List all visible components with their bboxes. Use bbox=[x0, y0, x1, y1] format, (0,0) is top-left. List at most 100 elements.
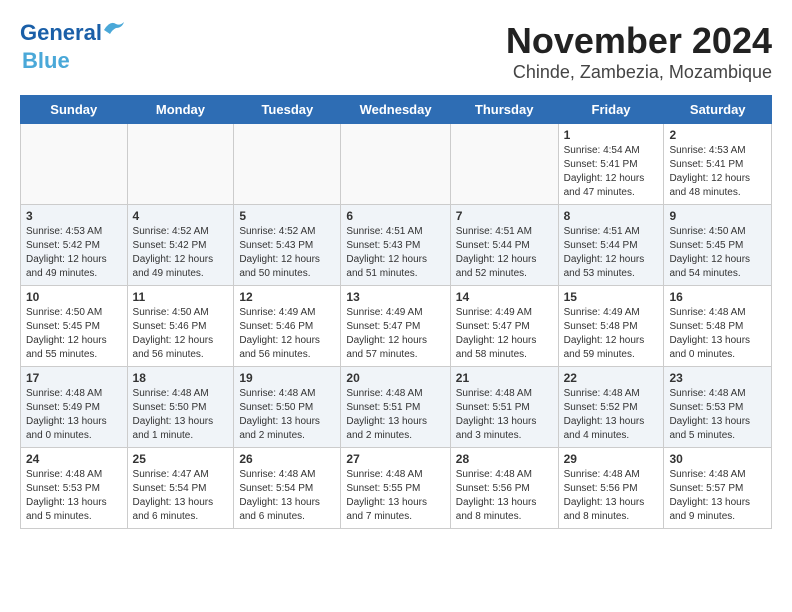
table-row bbox=[341, 124, 450, 205]
day-info: Sunrise: 4:48 AM Sunset: 5:56 PM Dayligh… bbox=[456, 468, 553, 524]
day-info: Sunrise: 4:49 AM Sunset: 5:46 PM Dayligh… bbox=[239, 306, 335, 362]
day-number: 6 bbox=[346, 209, 444, 223]
table-row: 13Sunrise: 4:49 AM Sunset: 5:47 PM Dayli… bbox=[341, 286, 450, 367]
page-header: General Blue November 2024 Chinde, Zambe… bbox=[20, 20, 772, 87]
table-row bbox=[450, 124, 558, 205]
day-number: 14 bbox=[456, 290, 553, 304]
table-row bbox=[234, 124, 341, 205]
table-row: 7 Sunrise: 4:51 AM Sunset: 5:44 PM Daylig… bbox=[450, 205, 558, 286]
day-number: 2 bbox=[669, 128, 766, 142]
table-row bbox=[127, 124, 234, 205]
day-info: Sunrise: 4:47 AM Sunset: 5:54 PM Dayligh… bbox=[133, 468, 229, 524]
day-info: Sunrise: 4:52 AM Sunset: 5:43 PM Dayligh… bbox=[239, 225, 335, 281]
week-row-4: 17 Sunrise: 4:48 AM Sunset: 5:49 PM Dayli… bbox=[21, 367, 772, 448]
table-row: 9Sunrise: 4:50 AM Sunset: 5:45 PM Daylig… bbox=[664, 205, 772, 286]
table-row: 4 Sunrise: 4:52 AM Sunset: 5:42 PM Daylig… bbox=[127, 205, 234, 286]
table-row: 15Sunrise: 4:49 AM Sunset: 5:48 PM Dayli… bbox=[558, 286, 664, 367]
day-info: Sunrise: 4:48 AM Sunset: 5:49 PM Dayligh… bbox=[26, 387, 122, 443]
day-number: 18 bbox=[133, 371, 229, 385]
day-info: Sunrise: 4:48 AM Sunset: 5:51 PM Dayligh… bbox=[346, 387, 444, 443]
table-row: 26 Sunrise: 4:48 AM Sunset: 5:54 PM Dayli… bbox=[234, 448, 341, 529]
table-row: 10 Sunrise: 4:50 AM Sunset: 5:45 PM Dayli… bbox=[21, 286, 128, 367]
day-number: 8 bbox=[564, 209, 659, 223]
week-row-5: 24 Sunrise: 4:48 AM Sunset: 5:53 PM Dayli… bbox=[21, 448, 772, 529]
table-row: 22 Sunrise: 4:48 AM Sunset: 5:52 PM Dayli… bbox=[558, 367, 664, 448]
day-number: 11 bbox=[133, 290, 229, 304]
day-number: 21 bbox=[456, 371, 553, 385]
table-row: 28 Sunrise: 4:48 AM Sunset: 5:56 PM Dayli… bbox=[450, 448, 558, 529]
day-number: 29 bbox=[564, 452, 659, 466]
day-number: 12 bbox=[239, 290, 335, 304]
calendar-title-block: November 2024 Chinde, Zambezia, Mozambiq… bbox=[20, 20, 772, 83]
day-number: 7 bbox=[456, 209, 553, 223]
day-number: 28 bbox=[456, 452, 553, 466]
day-info: Sunrise: 4:50 AM Sunset: 5:45 PM Dayligh… bbox=[669, 225, 766, 281]
month-year-title: November 2024 bbox=[20, 20, 772, 62]
week-row-2: 3 Sunrise: 4:53 AM Sunset: 5:42 PM Daylig… bbox=[21, 205, 772, 286]
logo-general: General bbox=[20, 20, 102, 45]
location-subtitle: Chinde, Zambezia, Mozambique bbox=[20, 62, 772, 83]
day-info: Sunrise: 4:50 AM Sunset: 5:46 PM Dayligh… bbox=[133, 306, 229, 362]
table-row: 12 Sunrise: 4:49 AM Sunset: 5:46 PM Dayli… bbox=[234, 286, 341, 367]
day-number: 17 bbox=[26, 371, 122, 385]
table-row: 8 Sunrise: 4:51 AM Sunset: 5:44 PM Daylig… bbox=[558, 205, 664, 286]
day-info: Sunrise: 4:48 AM Sunset: 5:53 PM Dayligh… bbox=[26, 468, 122, 524]
table-row: 19 Sunrise: 4:48 AM Sunset: 5:50 PM Dayli… bbox=[234, 367, 341, 448]
day-info: Sunrise: 4:48 AM Sunset: 5:53 PM Dayligh… bbox=[669, 387, 766, 443]
weekday-header-row: Sunday Monday Tuesday Wednesday Thursday… bbox=[21, 96, 772, 124]
day-number: 24 bbox=[26, 452, 122, 466]
table-row: 11 Sunrise: 4:50 AM Sunset: 5:46 PM Dayli… bbox=[127, 286, 234, 367]
header-friday: Friday bbox=[558, 96, 664, 124]
table-row: 27 Sunrise: 4:48 AM Sunset: 5:55 PM Dayli… bbox=[341, 448, 450, 529]
header-monday: Monday bbox=[127, 96, 234, 124]
day-number: 26 bbox=[239, 452, 335, 466]
day-number: 20 bbox=[346, 371, 444, 385]
day-info: Sunrise: 4:48 AM Sunset: 5:54 PM Dayligh… bbox=[239, 468, 335, 524]
week-row-1: 1Sunrise: 4:54 AM Sunset: 5:41 PM Daylig… bbox=[21, 124, 772, 205]
header-saturday: Saturday bbox=[664, 96, 772, 124]
table-row: 23 Sunrise: 4:48 AM Sunset: 5:53 PM Dayli… bbox=[664, 367, 772, 448]
table-row: 18Sunrise: 4:48 AM Sunset: 5:50 PM Dayli… bbox=[127, 367, 234, 448]
day-info: Sunrise: 4:50 AM Sunset: 5:45 PM Dayligh… bbox=[26, 306, 122, 362]
logo-bird-icon bbox=[102, 20, 124, 38]
table-row bbox=[21, 124, 128, 205]
day-info: Sunrise: 4:51 AM Sunset: 5:43 PM Dayligh… bbox=[346, 225, 444, 281]
day-info: Sunrise: 4:48 AM Sunset: 5:56 PM Dayligh… bbox=[564, 468, 659, 524]
table-row: 24 Sunrise: 4:48 AM Sunset: 5:53 PM Dayli… bbox=[21, 448, 128, 529]
day-number: 15 bbox=[564, 290, 659, 304]
table-row: 25 Sunrise: 4:47 AM Sunset: 5:54 PM Dayli… bbox=[127, 448, 234, 529]
table-row: 14Sunrise: 4:49 AM Sunset: 5:47 PM Dayli… bbox=[450, 286, 558, 367]
header-sunday: Sunday bbox=[21, 96, 128, 124]
header-tuesday: Tuesday bbox=[234, 96, 341, 124]
day-number: 27 bbox=[346, 452, 444, 466]
day-info: Sunrise: 4:48 AM Sunset: 5:48 PM Dayligh… bbox=[669, 306, 766, 362]
day-number: 25 bbox=[133, 452, 229, 466]
table-row: 20 Sunrise: 4:48 AM Sunset: 5:51 PM Dayli… bbox=[341, 367, 450, 448]
table-row: 5 Sunrise: 4:52 AM Sunset: 5:43 PM Daylig… bbox=[234, 205, 341, 286]
day-number: 22 bbox=[564, 371, 659, 385]
day-number: 10 bbox=[26, 290, 122, 304]
week-row-3: 10 Sunrise: 4:50 AM Sunset: 5:45 PM Dayli… bbox=[21, 286, 772, 367]
calendar-table: Sunday Monday Tuesday Wednesday Thursday… bbox=[20, 95, 772, 529]
day-info: Sunrise: 4:48 AM Sunset: 5:57 PM Dayligh… bbox=[669, 468, 766, 524]
day-number: 4 bbox=[133, 209, 229, 223]
table-row: 30Sunrise: 4:48 AM Sunset: 5:57 PM Dayli… bbox=[664, 448, 772, 529]
day-info: Sunrise: 4:53 AM Sunset: 5:41 PM Dayligh… bbox=[669, 144, 766, 200]
day-number: 5 bbox=[239, 209, 335, 223]
day-number: 3 bbox=[26, 209, 122, 223]
day-number: 19 bbox=[239, 371, 335, 385]
table-row: 6 Sunrise: 4:51 AM Sunset: 5:43 PM Daylig… bbox=[341, 205, 450, 286]
day-info: Sunrise: 4:51 AM Sunset: 5:44 PM Dayligh… bbox=[564, 225, 659, 281]
day-info: Sunrise: 4:51 AM Sunset: 5:44 PM Dayligh… bbox=[456, 225, 553, 281]
day-info: Sunrise: 4:53 AM Sunset: 5:42 PM Dayligh… bbox=[26, 225, 122, 281]
day-number: 16 bbox=[669, 290, 766, 304]
day-info: Sunrise: 4:48 AM Sunset: 5:55 PM Dayligh… bbox=[346, 468, 444, 524]
day-number: 23 bbox=[669, 371, 766, 385]
day-info: Sunrise: 4:48 AM Sunset: 5:50 PM Dayligh… bbox=[239, 387, 335, 443]
day-info: Sunrise: 4:48 AM Sunset: 5:51 PM Dayligh… bbox=[456, 387, 553, 443]
logo: General Blue bbox=[20, 20, 102, 74]
table-row: 1Sunrise: 4:54 AM Sunset: 5:41 PM Daylig… bbox=[558, 124, 664, 205]
day-info: Sunrise: 4:52 AM Sunset: 5:42 PM Dayligh… bbox=[133, 225, 229, 281]
day-info: Sunrise: 4:48 AM Sunset: 5:52 PM Dayligh… bbox=[564, 387, 659, 443]
table-row: 29 Sunrise: 4:48 AM Sunset: 5:56 PM Dayli… bbox=[558, 448, 664, 529]
